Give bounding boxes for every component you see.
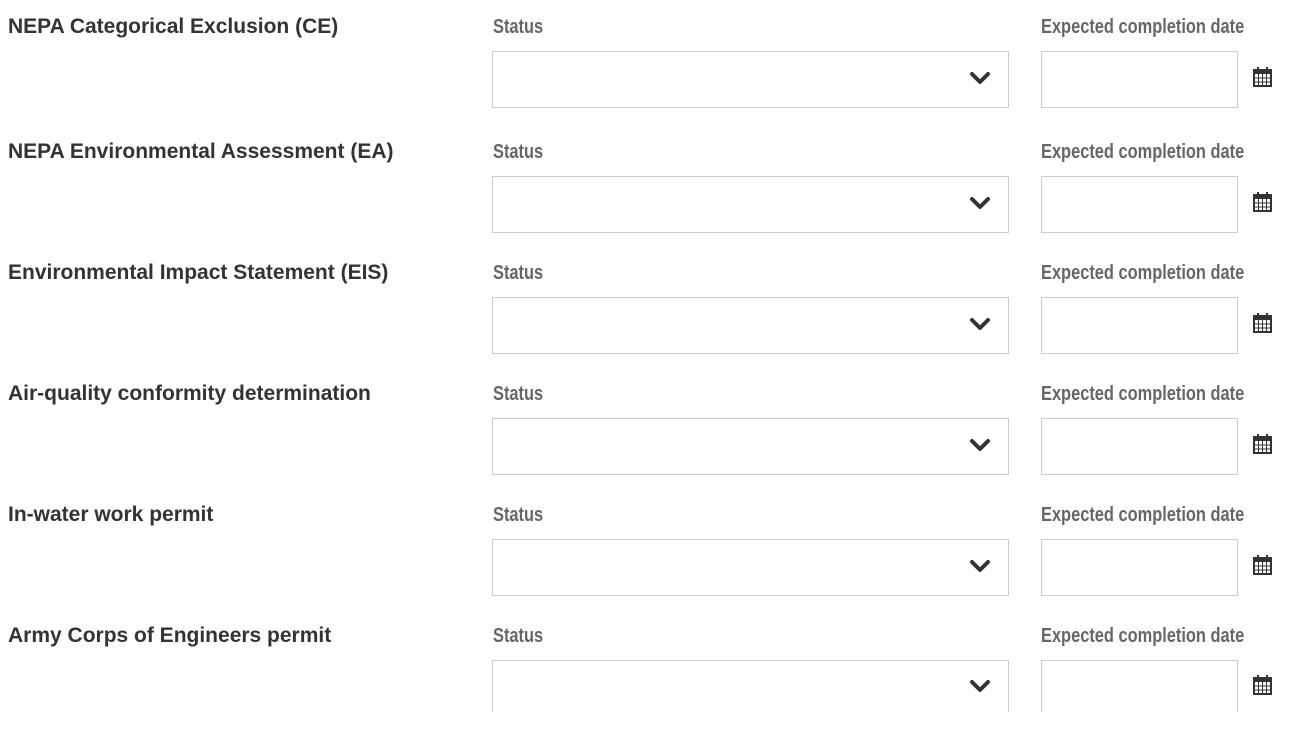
status-heading: Status: [493, 383, 544, 405]
chevron-down-icon: [970, 439, 990, 451]
permit-row-air-quality: Air-quality conformity determination Sta…: [0, 379, 1311, 489]
permit-row-eis: Environmental Impact Statement (EIS) Sta…: [0, 258, 1311, 368]
completion-date-input[interactable]: [1041, 660, 1238, 712]
status-select[interactable]: [492, 660, 1009, 712]
date-heading: Expected completion date: [1041, 262, 1245, 284]
calendar-icon[interactable]: [1253, 434, 1272, 454]
permit-label: Army Corps of Engineers permit: [8, 624, 332, 647]
permit-label: Environmental Impact Statement (EIS): [8, 261, 389, 284]
date-heading: Expected completion date: [1041, 383, 1245, 405]
calendar-icon[interactable]: [1253, 192, 1272, 212]
chevron-down-icon: [970, 560, 990, 572]
date-heading: Expected completion date: [1041, 504, 1245, 526]
calendar-icon[interactable]: [1253, 555, 1272, 575]
chevron-down-icon: [970, 72, 990, 84]
permit-row-ea: NEPA Environmental Assessment (EA) Statu…: [0, 137, 1311, 247]
status-heading: Status: [493, 504, 544, 526]
calendar-icon[interactable]: [1253, 313, 1272, 333]
permit-row-army-corps: Army Corps of Engineers permit Status Ex…: [0, 621, 1311, 731]
completion-date-input[interactable]: [1041, 51, 1238, 108]
status-heading: Status: [493, 262, 544, 284]
calendar-icon[interactable]: [1253, 675, 1272, 695]
status-heading: Status: [493, 16, 544, 38]
permit-label: Air-quality conformity determination: [8, 382, 371, 405]
completion-date-input[interactable]: [1041, 539, 1238, 596]
status-select[interactable]: [492, 297, 1009, 354]
status-heading: Status: [493, 625, 544, 647]
completion-date-input[interactable]: [1041, 297, 1238, 354]
calendar-icon[interactable]: [1253, 67, 1272, 87]
date-heading: Expected completion date: [1041, 141, 1245, 163]
permit-label: NEPA Categorical Exclusion (CE): [8, 15, 339, 38]
status-select[interactable]: [492, 51, 1009, 108]
permit-row-in-water-work: In-water work permit Status Expected com…: [0, 500, 1311, 610]
permit-row-ce: NEPA Categorical Exclusion (CE) Status E…: [0, 12, 1311, 122]
permit-label: In-water work permit: [8, 503, 214, 526]
completion-date-input[interactable]: [1041, 176, 1238, 233]
date-heading: Expected completion date: [1041, 625, 1245, 647]
status-heading: Status: [493, 141, 544, 163]
completion-date-input[interactable]: [1041, 418, 1238, 475]
status-select[interactable]: [492, 418, 1009, 475]
chevron-down-icon: [970, 318, 990, 330]
chevron-down-icon: [970, 197, 990, 209]
permit-label: NEPA Environmental Assessment (EA): [8, 140, 394, 163]
chevron-down-icon: [970, 680, 990, 692]
status-select[interactable]: [492, 539, 1009, 596]
date-heading: Expected completion date: [1041, 16, 1245, 38]
status-select[interactable]: [492, 176, 1009, 233]
